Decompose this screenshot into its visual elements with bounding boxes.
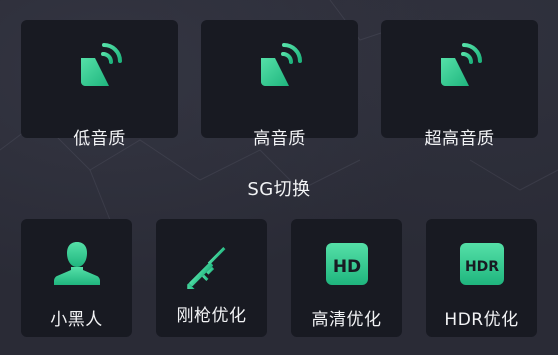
svg-text:HD: HD — [332, 257, 360, 277]
sg-option-hd[interactable]: HD 高清优化 — [291, 219, 402, 337]
sg-option-label: 刚枪优化 — [176, 306, 247, 326]
speaker-icon — [260, 43, 302, 86]
quality-option-high[interactable]: 高音质 — [201, 20, 358, 149]
sg-option-hdr[interactable]: HDR HDR优化 — [426, 219, 537, 337]
speaker-icon — [80, 43, 122, 86]
quality-option-low[interactable]: 低音质 — [21, 20, 178, 149]
sg-section-title: SG切换 — [247, 179, 311, 200]
sg-option-black-person[interactable]: 小黑人 — [21, 219, 132, 337]
hdr-badge-icon: HDR — [459, 243, 504, 285]
sg-option-label: 小黑人 — [50, 310, 103, 330]
quality-option-label: 高音质 — [253, 129, 306, 149]
quality-option-label: 低音质 — [73, 129, 126, 149]
speaker-icon — [440, 43, 482, 86]
sg-option-label: 高清优化 — [311, 310, 382, 330]
sg-option-gunfight[interactable]: 刚枪优化 — [156, 219, 267, 337]
hd-badge-icon: HD — [325, 243, 368, 285]
rifle-icon — [186, 247, 225, 289]
person-icon — [53, 242, 100, 285]
svg-text:HDR: HDR — [464, 259, 498, 275]
quality-option-ultra[interactable]: 超高音质 — [381, 20, 538, 149]
quality-option-label: 超高音质 — [424, 129, 495, 149]
sg-option-label: HDR优化 — [444, 310, 519, 330]
